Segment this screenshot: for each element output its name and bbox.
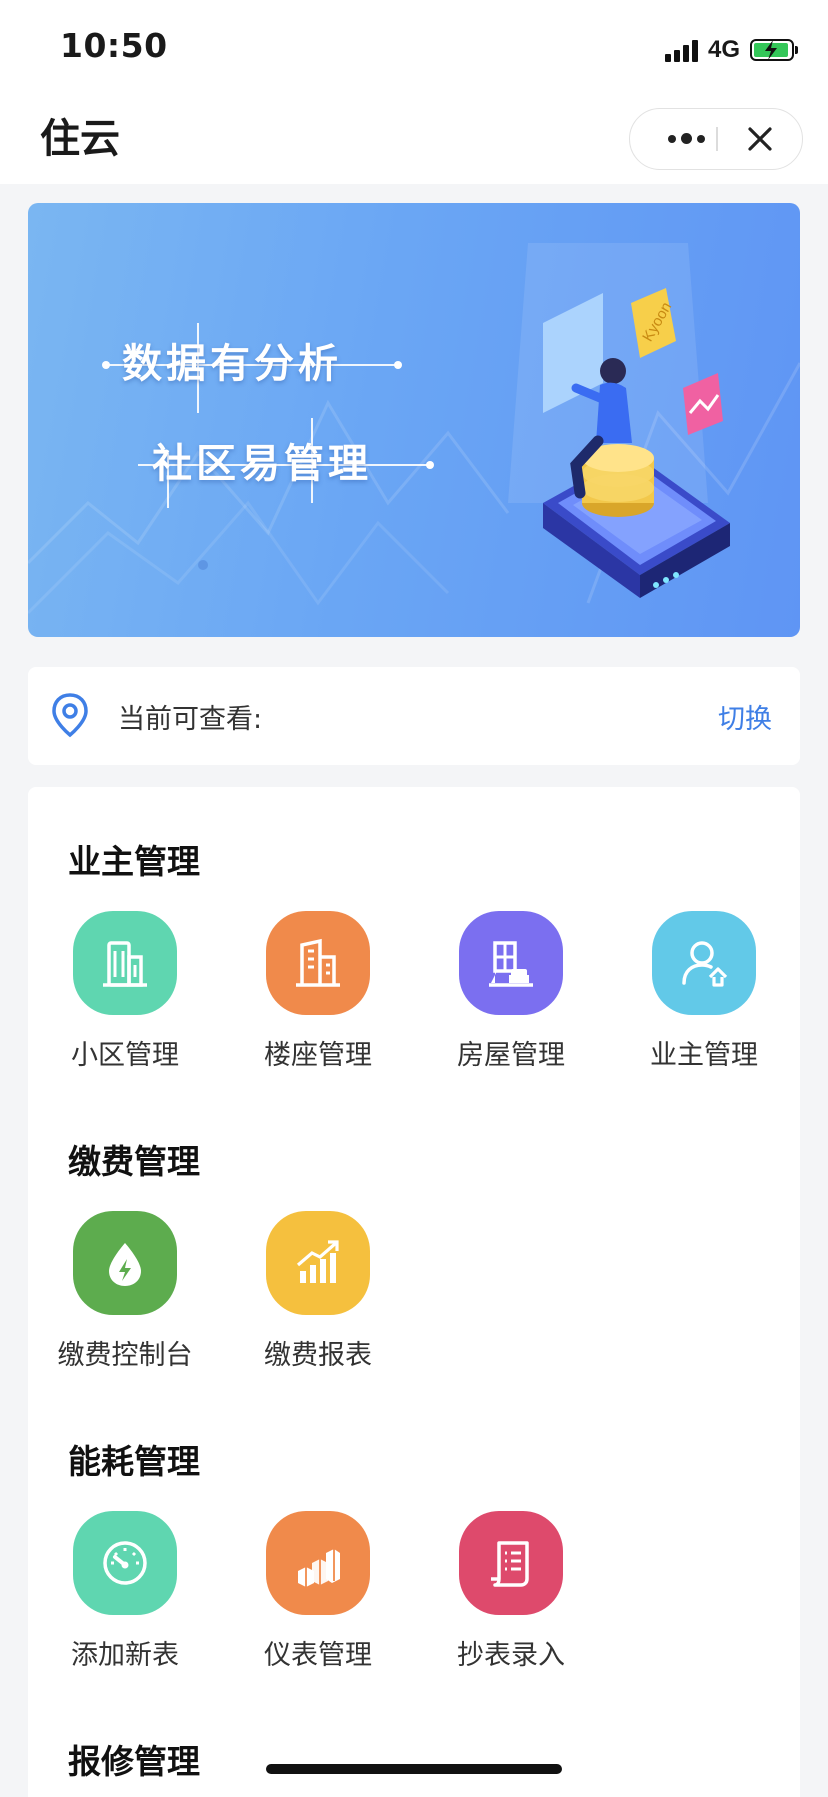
menu-item-building[interactable]: 楼座管理 — [233, 911, 403, 1072]
menu-item-meter-reading[interactable]: 抄表录入 — [426, 1511, 596, 1672]
banner-illustration: Kyoon — [28, 243, 800, 615]
current-scope-label: 当前可查看: — [118, 704, 263, 735]
menu-item-label: 仪表管理 — [264, 1640, 372, 1671]
banner-headline-1: 数据有分析 — [122, 340, 342, 387]
building-icon — [266, 911, 370, 1015]
section-title-repair: 报修管理 — [68, 1742, 200, 1781]
scroll-list-icon — [459, 1511, 563, 1615]
close-icon — [748, 126, 772, 151]
top-bar: 10:50 4G 住云 — [0, 0, 828, 184]
mini-program-capsule — [629, 108, 803, 170]
menu-item-label: 楼座管理 — [264, 1040, 372, 1071]
function-menu: 业主管理 小区管理 楼座管理 房屋管理 业主管理 缴费管理 缴费控制台 缴费报表… — [28, 787, 800, 1797]
menu-item-community[interactable]: 小区管理 — [40, 911, 210, 1072]
battery-icon — [750, 39, 798, 61]
menu-item-owner[interactable]: 业主管理 — [619, 911, 789, 1072]
menu-item-house[interactable]: 房屋管理 — [426, 911, 596, 1072]
capsule-divider — [716, 127, 718, 151]
more-dot-icon — [680, 133, 692, 144]
menu-item-label: 缴费报表 — [264, 1340, 372, 1371]
page-title: 住云 — [40, 116, 120, 162]
menu-item-label: 添加新表 — [71, 1640, 179, 1671]
switch-scope-link[interactable]: 切换 — [718, 697, 772, 736]
home-indicator — [266, 1764, 562, 1774]
menu-item-payment-report[interactable]: 缴费报表 — [233, 1211, 403, 1372]
owner-user-icon — [652, 911, 756, 1015]
location-pin-icon — [52, 693, 88, 738]
section-title-energy: 能耗管理 — [68, 1442, 200, 1481]
energy-drop-icon — [73, 1211, 177, 1315]
more-dot-icon — [696, 134, 705, 143]
menu-item-label: 抄表录入 — [457, 1640, 565, 1671]
section-title-owner: 业主管理 — [68, 842, 200, 881]
buildings-icon — [73, 911, 177, 1015]
blocks-icon — [266, 1511, 370, 1615]
more-dot-icon — [667, 134, 676, 143]
gauge-icon — [73, 1511, 177, 1615]
menu-item-meter-management[interactable]: 仪表管理 — [233, 1511, 403, 1672]
status-icons: 4G — [664, 36, 798, 64]
menu-item-label: 缴费控制台 — [57, 1340, 193, 1371]
more-options-button[interactable] — [654, 109, 718, 168]
bar-chart-icon — [266, 1211, 370, 1315]
menu-item-label: 业主管理 — [650, 1040, 758, 1071]
section-title-payment: 缴费管理 — [68, 1142, 200, 1181]
banner-headline-2: 社区易管理 — [152, 440, 372, 487]
close-button[interactable] — [730, 109, 790, 168]
house-sofa-icon — [459, 911, 563, 1015]
current-scope-card: 当前可查看: 切换 — [28, 667, 800, 765]
menu-item-payment-console[interactable]: 缴费控制台 — [40, 1211, 210, 1372]
signal-icon — [664, 38, 698, 62]
menu-item-add-meter[interactable]: 添加新表 — [40, 1511, 210, 1672]
network-type: 4G — [707, 36, 740, 63]
menu-item-label: 房屋管理 — [457, 1040, 565, 1071]
menu-item-label: 小区管理 — [71, 1040, 179, 1071]
status-time: 10:50 — [60, 26, 168, 65]
banner-carousel[interactable]: Kyoon 数据有分析 社区易管理 — [28, 203, 800, 637]
